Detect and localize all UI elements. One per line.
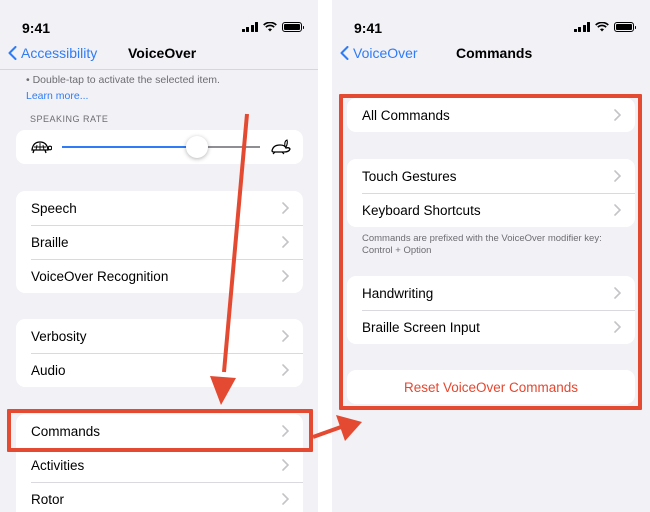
modifier-key-note: Commands are prefixed with the VoiceOver… [362,233,602,256]
row-label: Braille [31,234,69,250]
row-label: Verbosity [31,328,87,344]
status-icons [241,22,304,32]
chevron-right-icon [614,170,621,182]
chevron-right-icon [282,425,289,437]
back-button-label: VoiceOver [353,45,418,61]
settings-row-braille-screen-input[interactable]: Braille Screen Input [347,310,635,344]
settings-row-handwriting[interactable]: Handwriting [347,276,635,310]
turtle-icon [31,141,52,154]
commands-settings-group: Commands Activities Rotor [16,414,303,512]
chevron-right-icon [614,287,621,299]
settings-row-keyboard-shortcuts[interactable]: Keyboard Shortcuts [347,193,635,227]
settings-row-rotor[interactable]: Rotor [16,482,303,512]
voiceover-settings-screen: 9:41 Accessibility VoiceOver • Double-ta… [0,0,318,512]
input-methods-group: Handwriting Braille Screen Input [347,276,635,344]
row-label: Speech [31,200,77,216]
chevron-right-icon [282,364,289,376]
chevron-left-icon [340,46,349,60]
reset-group: Reset VoiceOver Commands [347,370,635,404]
chevron-right-icon [282,236,289,248]
chevron-right-icon [282,459,289,471]
settings-row-commands[interactable]: Commands [16,414,303,448]
row-label: Rotor [31,491,65,507]
chevron-right-icon [614,109,621,121]
battery-icon [614,22,636,32]
settings-row-speech[interactable]: Speech [16,191,303,225]
speaking-rate-slider[interactable] [16,130,303,164]
row-label: Commands [31,423,101,439]
nav-divider [0,69,318,70]
row-label: Touch Gestures [362,168,457,184]
chevron-right-icon [614,321,621,333]
speech-settings-group: Speech Braille VoiceOver Recognition [16,191,303,293]
verbosity-settings-group: Verbosity Audio [16,319,303,387]
gestures-shortcuts-group: Touch Gestures Keyboard Shortcuts [347,159,635,227]
row-label: Braille Screen Input [362,319,480,335]
settings-row-voiceover-recognition[interactable]: VoiceOver Recognition [16,259,303,293]
settings-row-audio[interactable]: Audio [16,353,303,387]
chevron-right-icon [614,204,621,216]
chevron-right-icon [282,493,289,505]
row-label: Activities [31,457,85,473]
cellular-signal-icon [241,22,258,32]
row-label: Keyboard Shortcuts [362,202,481,218]
chevron-right-icon [282,202,289,214]
wifi-icon [263,22,277,32]
learn-more-link[interactable]: Learn more... [26,90,88,102]
settings-row-braille[interactable]: Braille [16,225,303,259]
page-title: Commands [456,45,533,61]
status-bar: 9:41 [332,18,650,38]
chevron-left-icon [8,46,17,60]
instruction-text: • Double-tap to activate the selected it… [26,74,220,86]
settings-row-all-commands[interactable]: All Commands [347,98,635,132]
settings-row-activities[interactable]: Activities [16,448,303,482]
settings-row-verbosity[interactable]: Verbosity [16,319,303,353]
battery-icon [282,22,304,32]
slider-track-filled [62,146,197,148]
row-label: VoiceOver Recognition [31,268,169,284]
row-label: Audio [31,362,66,378]
commands-screen: 9:41 VoiceOver Commands All Commands Tou… [332,0,650,512]
hare-icon [271,139,291,155]
chevron-right-icon [282,270,289,282]
speaking-rate-header: SPEAKING RATE [30,114,109,124]
back-button[interactable]: Accessibility [8,45,97,61]
back-button-label: Accessibility [21,45,98,61]
status-time: 9:41 [22,20,51,36]
all-commands-group: All Commands [347,98,635,132]
reset-voiceover-commands-button[interactable]: Reset VoiceOver Commands [347,370,635,404]
back-button[interactable]: VoiceOver [340,45,418,61]
row-label: All Commands [362,107,450,123]
slider-thumb[interactable] [185,136,208,158]
chevron-right-icon [282,330,289,342]
row-label: Handwriting [362,285,434,301]
status-time: 9:41 [354,20,383,36]
navigation-bar: VoiceOver Commands [332,42,650,66]
settings-row-touch-gestures[interactable]: Touch Gestures [347,159,635,193]
cellular-signal-icon [573,22,590,32]
wifi-icon [595,22,609,32]
navigation-bar: Accessibility VoiceOver [0,42,318,66]
status-bar: 9:41 [0,18,318,38]
page-title: VoiceOver [128,45,197,61]
status-icons [573,22,636,32]
